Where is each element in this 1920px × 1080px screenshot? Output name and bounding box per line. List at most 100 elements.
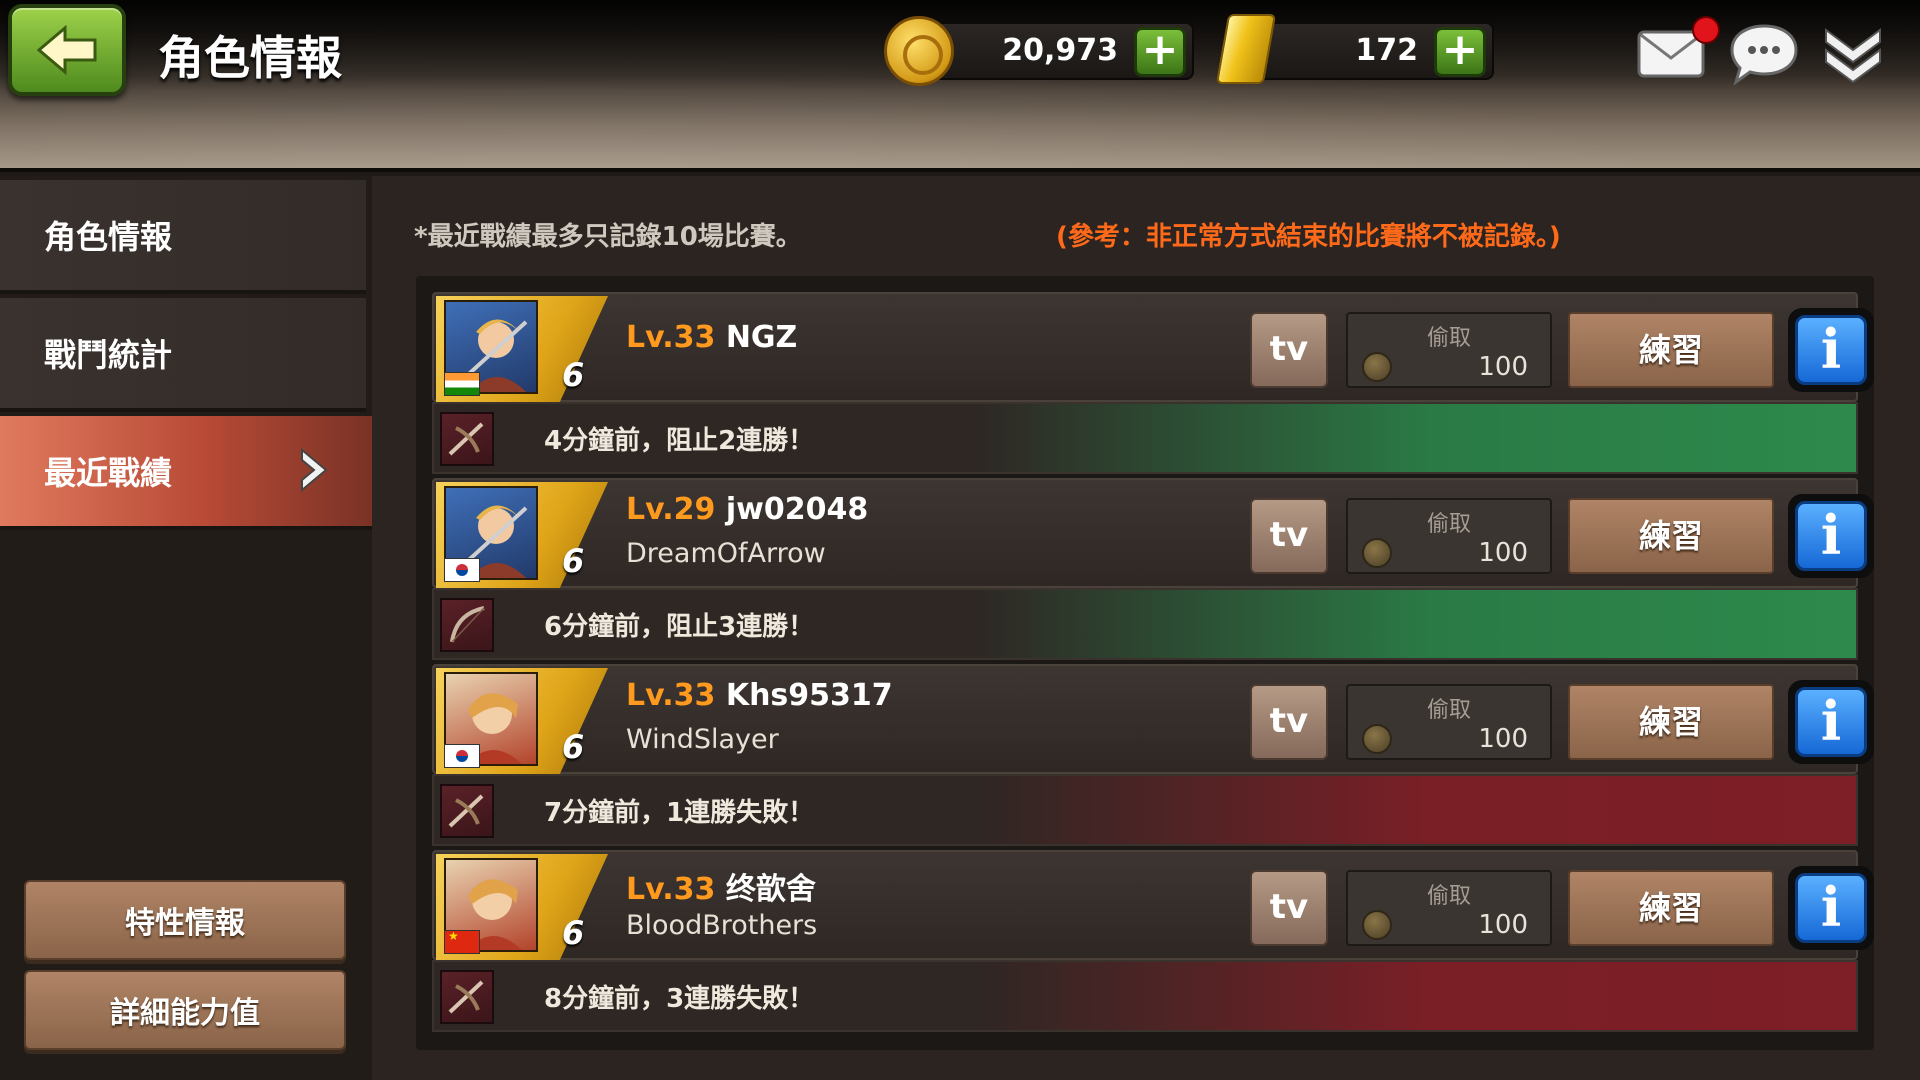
bow-icon (440, 598, 494, 652)
steal-box: 偷取 100 (1346, 684, 1552, 760)
back-button[interactable] (8, 4, 126, 96)
steal-box: 偷取 100 (1346, 870, 1552, 946)
steal-value: 100 (1478, 538, 1528, 568)
replay-tv-button[interactable]: tv (1250, 684, 1328, 760)
replay-tv-button[interactable]: tv (1250, 498, 1328, 574)
info-icon: i (1795, 315, 1867, 385)
info-icon: i (1795, 687, 1867, 757)
sidebar-item-character-info[interactable]: 角色情報 (0, 180, 366, 294)
coin-icon (1362, 724, 1392, 754)
rank-number: 6 (562, 914, 585, 952)
trait-info-label: 特性情報 (125, 906, 245, 941)
record-list[interactable]: 6 Lv.33 NGZ tv 偷取 100 練習 i 4分鐘前，阻止2連勝！ 6… (416, 276, 1874, 1050)
player-name-line: Lv.33 终歆舍 (626, 864, 816, 908)
sidebar-item-battle-stats[interactable]: 戰鬥統計 (0, 298, 366, 412)
country-flag (444, 929, 480, 954)
mail-notification-dot (1692, 16, 1720, 44)
replay-tv-button[interactable]: tv (1250, 870, 1328, 946)
country-flag (444, 744, 480, 768)
sidebar-item-label: 戰鬥統計 (44, 336, 173, 374)
result-text: 6分鐘前，阻止3連勝！ (544, 612, 815, 642)
steal-value: 100 (1478, 724, 1528, 754)
back-arrow-icon (36, 24, 97, 76)
sidebar-item-label: 最近戰績 (44, 454, 173, 492)
player-name-line: Lv.29 jw02048 (626, 492, 868, 527)
info-button[interactable]: i (1788, 308, 1874, 392)
guild-name: WindSlayer (626, 724, 779, 755)
trait-info-button[interactable]: 特性情報 (24, 880, 346, 960)
chat-icon[interactable] (1726, 22, 1802, 86)
add-coins-button[interactable]: + (1134, 27, 1186, 77)
record-limit-note: *最近戰績最多只記錄10場比賽。 (414, 222, 802, 252)
practice-button[interactable]: 練習 (1568, 312, 1774, 388)
result-bar: 6分鐘前，阻止3連勝！ (432, 588, 1858, 660)
player-name: NGZ (725, 320, 798, 355)
steal-label: 偷取 (1426, 326, 1471, 351)
player-name-line: Lv.33 Khs95317 (626, 678, 893, 713)
practice-button[interactable]: 練習 (1568, 684, 1774, 760)
collapse-menu-icon[interactable] (1820, 20, 1886, 86)
record-item: 6 Lv.33 NGZ tv 偷取 100 練習 i 4分鐘前，阻止2連勝！ (432, 292, 1874, 474)
detailed-stats-button[interactable]: 詳細能力值 (24, 970, 346, 1050)
sidebar-item-label: 角色情報 (44, 218, 173, 256)
rank-number: 6 (562, 728, 585, 766)
steal-value: 100 (1478, 352, 1528, 382)
result-bar: 8分鐘前，3連勝失敗！ (432, 960, 1858, 1032)
info-icon: i (1795, 501, 1867, 571)
player-level: Lv.33 (626, 678, 716, 713)
guild-name: BloodBrothers (626, 910, 818, 941)
practice-button[interactable]: 練習 (1568, 870, 1774, 946)
record-header: 6 Lv.33 NGZ tv 偷取 100 練習 i (432, 292, 1874, 402)
info-button[interactable]: i (1788, 866, 1874, 950)
record-item: 6 Lv.29 jw02048 DreamOfArrow tv 偷取 100 練… (432, 478, 1874, 660)
player-name: 终歆舍 (725, 872, 816, 907)
add-gold-button[interactable]: + (1434, 27, 1486, 77)
country-flag (444, 558, 480, 582)
crossbow-icon (440, 412, 494, 466)
player-level: Lv.29 (626, 492, 716, 527)
gold-counter: 172 + (1256, 22, 1494, 80)
rank-number: 6 (562, 542, 585, 580)
crossbow-icon (440, 970, 494, 1024)
crossbow-icon (440, 784, 494, 838)
reference-note: (參考：非正常方式結束的比賽將不被記錄。) (1056, 222, 1561, 252)
sidebar-item-recent-records[interactable]: 最近戰績 (0, 416, 372, 530)
chevron-right-icon (301, 447, 328, 493)
steal-box: 偷取 100 (1346, 312, 1552, 388)
gold-amount: 172 (1355, 33, 1418, 68)
coin-icon (1362, 352, 1392, 382)
practice-button[interactable]: 練習 (1568, 498, 1774, 574)
info-icon: i (1795, 873, 1867, 943)
steal-label: 偷取 (1426, 512, 1471, 537)
page-title: 角色情報 (158, 31, 342, 85)
record-header: 6 Lv.33 终歆舍 BloodBrothers tv 偷取 100 練習 i (432, 850, 1874, 960)
sidebar: 角色情報 戰鬥統計 最近戰績 特性情報 詳細能力值 (0, 176, 372, 1080)
main-panel: *最近戰績最多只記錄10場比賽。 (參考：非正常方式結束的比賽將不被記錄。) 6… (372, 176, 1920, 1080)
player-name-line: Lv.33 NGZ (626, 320, 797, 355)
steal-value: 100 (1478, 910, 1528, 940)
country-flag (444, 372, 480, 396)
steal-label: 偷取 (1426, 884, 1471, 909)
result-bar: 4分鐘前，阻止2連勝！ (432, 402, 1858, 474)
result-text: 4分鐘前，阻止2連勝！ (544, 426, 815, 456)
info-button[interactable]: i (1788, 680, 1874, 764)
result-text: 8分鐘前，3連勝失敗！ (544, 984, 815, 1014)
coin-amount: 20,973 (1002, 33, 1118, 68)
record-header: 6 Lv.33 Khs95317 WindSlayer tv 偷取 100 練習… (432, 664, 1874, 774)
player-name: jw02048 (725, 492, 869, 527)
replay-tv-button[interactable]: tv (1250, 312, 1328, 388)
guild-name: DreamOfArrow (626, 538, 826, 569)
coin-icon (1362, 538, 1392, 568)
coin-counter: 20,973 + (930, 22, 1194, 80)
steal-label: 偷取 (1426, 698, 1471, 723)
record-header: 6 Lv.29 jw02048 DreamOfArrow tv 偷取 100 練… (432, 478, 1874, 588)
record-item: 6 Lv.33 Khs95317 WindSlayer tv 偷取 100 練習… (432, 664, 1874, 846)
info-button[interactable]: i (1788, 494, 1874, 578)
result-bar: 7分鐘前，1連勝失敗！ (432, 774, 1858, 846)
rank-number: 6 (562, 356, 585, 394)
player-name: Khs95317 (725, 678, 893, 713)
detailed-stats-label: 詳細能力值 (110, 996, 260, 1031)
coin-icon (1362, 910, 1392, 940)
result-text: 7分鐘前，1連勝失敗！ (544, 798, 815, 828)
coin-icon (884, 16, 954, 86)
